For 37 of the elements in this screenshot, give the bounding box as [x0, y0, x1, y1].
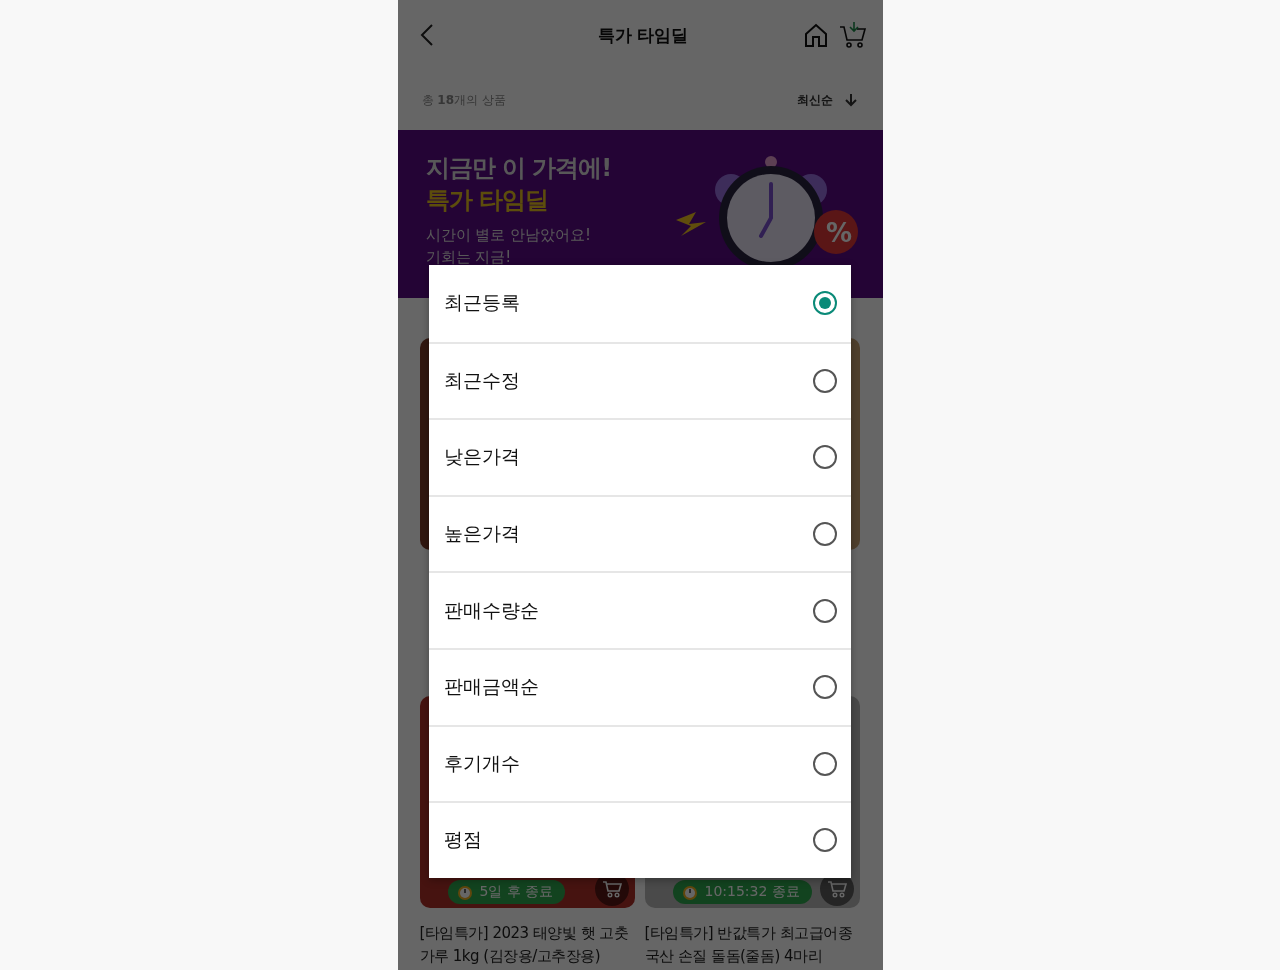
cart-icon[interactable]: [838, 21, 867, 49]
sort-option[interactable]: 평점: [428, 801, 851, 878]
option-label: 판매수량순: [443, 597, 539, 623]
alarm-clock-icon: [680, 883, 699, 901]
back-icon[interactable]: [419, 23, 434, 47]
radio-button[interactable]: [812, 445, 837, 470]
alarm-clock-icon: [455, 883, 474, 901]
radio-button[interactable]: [812, 598, 837, 623]
page-title: 특가 타임딜: [597, 23, 689, 47]
radio-button[interactable]: [812, 291, 837, 316]
sort-option[interactable]: 후기개수: [428, 724, 851, 802]
banner-headline: 지금만 이 가격에!: [425, 153, 612, 184]
radio-button[interactable]: [812, 751, 837, 776]
sort-option[interactable]: 낮은가격: [428, 418, 851, 495]
sort-option[interactable]: 판매수량순: [428, 571, 851, 648]
badge-text: 5일 후 종료: [479, 883, 554, 901]
badge-text: 10:15:32 종료: [704, 883, 800, 901]
sort-option[interactable]: 높은가격: [428, 494, 851, 572]
cart-icon: [826, 879, 847, 899]
arrow-down-icon: [844, 93, 857, 107]
banner-subtitle: 기회는 지금!: [425, 247, 513, 268]
sort-option[interactable]: 판매금액순: [428, 647, 851, 725]
option-label: 낮은가격: [443, 444, 520, 470]
banner-title: 특가 타임딜: [425, 185, 549, 216]
radio-button[interactable]: [812, 828, 837, 853]
option-label: 후기개수: [443, 750, 520, 776]
option-label: 최근수정: [443, 367, 520, 393]
radio-button[interactable]: [812, 368, 837, 393]
option-label: 판매금액순: [443, 674, 539, 700]
banner-subtitle: 시간이 별로 안남았어요!: [425, 225, 593, 246]
home-icon[interactable]: [802, 22, 829, 48]
radio-button[interactable]: [812, 522, 837, 547]
sort-option[interactable]: 최근수정: [428, 341, 851, 419]
option-label: 높은가격: [443, 521, 520, 547]
radio-button[interactable]: [812, 675, 837, 700]
option-label: 평점: [443, 827, 482, 853]
cart-icon: [601, 879, 622, 899]
